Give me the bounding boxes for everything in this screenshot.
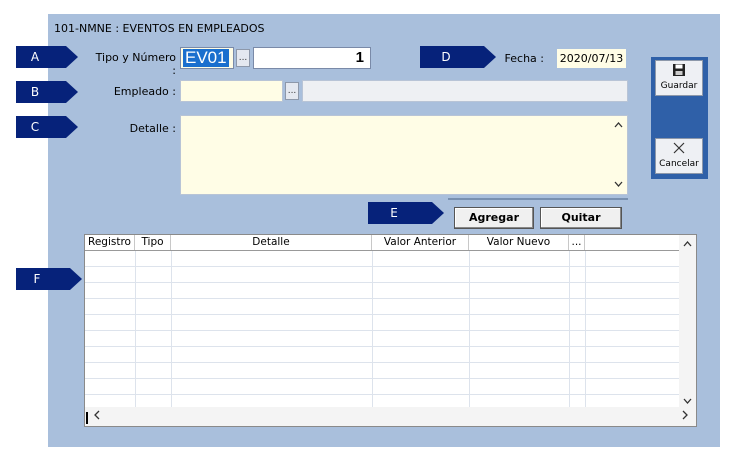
window-title: 101-NMNE : EVENTOS EN EMPLEADOS xyxy=(54,22,265,35)
guardar-label: Guardar xyxy=(660,81,698,91)
guardar-button[interactable]: Guardar xyxy=(655,60,703,96)
grid-horizontal-scrollbar[interactable] xyxy=(85,407,696,426)
column-header-detalle[interactable]: Detalle xyxy=(171,235,372,250)
column-header-valor-anterior[interactable]: Valor Anterior xyxy=(372,235,469,250)
grid-body xyxy=(85,251,679,411)
quitar-button[interactable]: Quitar xyxy=(540,207,622,229)
table-row[interactable] xyxy=(85,347,679,363)
empleado-code-input[interactable] xyxy=(180,80,283,102)
chevron-down-icon[interactable] xyxy=(683,397,692,407)
badge-d: D xyxy=(420,46,496,68)
tipo-value: EV01 xyxy=(183,48,229,67)
chevron-up-icon[interactable] xyxy=(683,240,692,250)
badge-c: C xyxy=(16,116,78,138)
chevron-down-icon[interactable] xyxy=(614,179,623,190)
grid-divider xyxy=(469,251,470,408)
grid-vertical-scrollbar[interactable] xyxy=(679,235,696,408)
table-row[interactable] xyxy=(85,379,679,395)
badge-e: E xyxy=(368,202,444,224)
table-row[interactable] xyxy=(85,267,679,283)
tipo-input[interactable]: EV01 xyxy=(180,47,234,69)
column-header-tipo[interactable]: Tipo xyxy=(135,235,171,250)
grid-divider xyxy=(585,251,586,408)
fecha-input[interactable]: 2020/07/13 xyxy=(557,49,626,68)
chevron-right-icon[interactable] xyxy=(682,410,688,423)
grid-divider xyxy=(569,251,570,408)
tipo-numero-label: Tipo y Número : xyxy=(95,51,176,77)
events-grid[interactable]: Registro Tipo Detalle Valor Anterior Val… xyxy=(84,234,697,427)
numero-input[interactable]: 1 xyxy=(253,47,371,69)
chevron-up-icon[interactable] xyxy=(614,120,623,131)
table-row[interactable] xyxy=(85,251,679,267)
empleado-name-field xyxy=(302,80,628,102)
cancelar-button[interactable]: Cancelar xyxy=(655,138,703,174)
detalle-label: Detalle : xyxy=(129,122,176,135)
agregar-button[interactable]: Agregar xyxy=(454,207,534,229)
badge-f: F xyxy=(16,268,82,290)
empleado-lookup-button[interactable]: ... xyxy=(285,82,299,100)
floppy-disk-icon xyxy=(656,63,702,81)
table-row[interactable] xyxy=(85,299,679,315)
chevron-left-icon[interactable] xyxy=(94,410,100,423)
column-header-more[interactable]: ... xyxy=(569,235,585,250)
table-row[interactable] xyxy=(85,283,679,299)
table-row[interactable] xyxy=(85,363,679,379)
table-row[interactable] xyxy=(85,331,679,347)
detalle-textarea[interactable] xyxy=(180,115,628,195)
empleado-label: Empleado : xyxy=(113,85,176,98)
grid-divider xyxy=(135,251,136,408)
separator-line xyxy=(448,198,628,200)
grid-divider xyxy=(171,251,172,408)
table-row[interactable] xyxy=(85,315,679,331)
badge-a: A xyxy=(16,46,78,68)
column-header-valor-nuevo[interactable]: Valor Nuevo xyxy=(469,235,569,250)
badge-b: B xyxy=(16,81,78,103)
grid-header: Registro Tipo Detalle Valor Anterior Val… xyxy=(85,235,679,251)
fecha-label: Fecha : xyxy=(504,52,544,65)
column-header-registro[interactable]: Registro xyxy=(85,235,135,250)
x-cross-icon xyxy=(656,141,702,159)
row-indicator xyxy=(86,412,88,424)
grid-divider xyxy=(372,251,373,408)
tipo-lookup-button[interactable]: ... xyxy=(236,49,250,67)
cancelar-label: Cancelar xyxy=(659,159,699,169)
